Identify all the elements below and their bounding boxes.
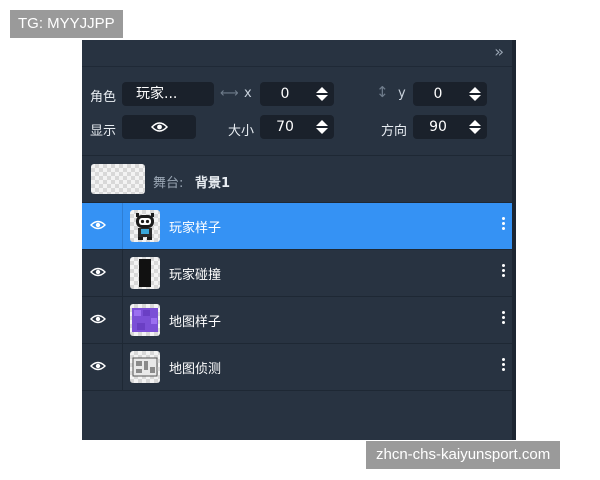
eye-icon[interactable] — [90, 311, 106, 327]
vertical-arrows-icon: ↕ — [376, 83, 389, 101]
direction-value: 90 — [429, 119, 447, 135]
horizontal-arrows-icon: ⟷ — [220, 86, 239, 101]
divider — [122, 203, 123, 249]
more-options-icon[interactable] — [502, 310, 506, 326]
size-label: 大小 — [228, 124, 255, 139]
direction-stepper-arrows-icon[interactable] — [469, 119, 481, 135]
eye-icon — [151, 122, 168, 132]
sprite-name: 玩家碰撞 — [169, 268, 222, 283]
sprite-panel: » 角色 玩家... ⟷ x 0 ↕ y 0 显示 大小 70 方向 90 舞台… — [82, 40, 516, 440]
collapse-panel-icon[interactable]: » — [494, 42, 504, 61]
role-label: 角色 — [90, 90, 117, 105]
x-label: x — [244, 86, 252, 101]
divider — [122, 344, 123, 390]
divider — [122, 297, 123, 343]
divider — [82, 66, 512, 67]
sprite-row-player-collision[interactable]: 玩家碰撞 — [82, 249, 512, 296]
robot-sprite-icon — [130, 210, 160, 242]
panel-scrollbar[interactable] — [512, 40, 516, 440]
stage-name[interactable]: 背景1 — [195, 172, 230, 191]
more-options-icon[interactable] — [502, 263, 506, 279]
y-stepper[interactable]: 0 — [413, 82, 487, 106]
x-stepper[interactable]: 0 — [260, 82, 334, 106]
role-name-value: 玩家... — [136, 86, 178, 102]
y-label: y — [398, 86, 406, 101]
sprite-name: 地图样子 — [169, 315, 222, 330]
show-label: 显示 — [90, 124, 117, 139]
divider — [82, 155, 512, 156]
sprite-row-player-look[interactable]: 玩家样子 — [82, 202, 512, 249]
size-stepper-arrows-icon[interactable] — [316, 119, 328, 135]
y-value: 0 — [433, 86, 443, 102]
grid-map-sprite-icon — [130, 351, 160, 383]
x-value: 0 — [280, 86, 290, 102]
x-stepper-arrows-icon[interactable] — [316, 86, 328, 102]
purple-tiles-sprite-icon — [130, 304, 160, 336]
size-value: 70 — [276, 119, 294, 135]
sprite-name: 玩家样子 — [169, 221, 222, 236]
more-options-icon[interactable] — [502, 357, 506, 373]
visibility-toggle[interactable] — [122, 115, 196, 139]
size-stepper[interactable]: 70 — [260, 115, 334, 139]
eye-icon[interactable] — [90, 264, 106, 280]
direction-label: 方向 — [381, 124, 408, 139]
sprite-row-map-detect[interactable]: 地图侦测 — [82, 343, 512, 391]
more-options-icon[interactable] — [502, 216, 506, 232]
black-rect-sprite-icon — [130, 257, 160, 289]
divider — [122, 250, 123, 296]
role-name-field[interactable]: 玩家... — [122, 82, 214, 106]
stage-thumbnail[interactable] — [91, 164, 145, 194]
sprite-name: 地图侦测 — [169, 362, 222, 377]
watermark-top: TG: MYYJJPP — [10, 10, 123, 38]
stage-label: 舞台: — [153, 176, 184, 191]
y-stepper-arrows-icon[interactable] — [469, 86, 481, 102]
eye-icon[interactable] — [90, 358, 106, 374]
sprite-row-map-look[interactable]: 地图样子 — [82, 296, 512, 343]
watermark-bottom: zhcn-chs-kaiyunsport.com — [366, 441, 561, 469]
eye-icon[interactable] — [90, 217, 106, 233]
direction-stepper[interactable]: 90 — [413, 115, 487, 139]
